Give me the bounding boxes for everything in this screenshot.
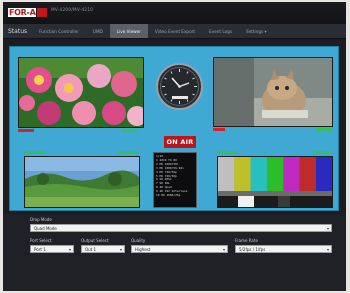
tab-status[interactable]: Status [3, 24, 32, 38]
port-select-label: Port Select [30, 238, 52, 243]
app-window: FOR-A MV-4200/MV-4210 Status Function Co… [3, 2, 346, 291]
cat-image [214, 58, 332, 126]
video-window-4[interactable] [217, 156, 333, 208]
drop-mode-label: Drop Mode [30, 217, 52, 222]
video-window-2[interactable] [213, 57, 333, 127]
tab-event-logs[interactable]: Event Logs [202, 24, 239, 38]
chevron-down-icon: ▾ [119, 247, 122, 252]
logo-wordmark: FOR-A [8, 8, 37, 17]
port-select[interactable]: Port 1 ▾ [30, 245, 74, 253]
clock-label-box [172, 96, 188, 99]
frame-rate-label: Frame Rate [235, 238, 258, 243]
channel-list-overlay: 1/10 1 2019 TS 80 2 HD 1080/50i 3 HD 1080/5… [153, 152, 197, 208]
output-select-value: Out 1 [85, 246, 97, 252]
chevron-down-icon: ▾ [326, 226, 329, 231]
video-window-1[interactable] [18, 57, 144, 128]
brand-logo: FOR-A [8, 7, 48, 18]
drop-mode-select[interactable]: Quad Mode ▾ [30, 224, 332, 232]
clock-face-icon [160, 67, 199, 106]
tally-bar-2a [213, 128, 225, 131]
tab-umd[interactable]: UMD [86, 24, 110, 38]
tally-bar-1b [122, 129, 138, 132]
channel-list-row: 10 HD 1080/25p [156, 194, 181, 198]
chevron-down-icon: ▾ [68, 247, 71, 252]
output-select-label: Output Select [81, 238, 109, 243]
quality-value: Highest [135, 246, 151, 252]
tally-bar-4a [218, 151, 238, 154]
logo-mark [37, 8, 48, 17]
quality-label: Quality [131, 238, 146, 243]
tally-bar-2b [315, 128, 331, 131]
tab-live-viewer[interactable]: Live Viewer [109, 24, 148, 38]
tab-video-event-export[interactable]: Video Event Export [148, 24, 202, 38]
tally-bar-3b [118, 151, 138, 154]
on-air-indicator: ON AIR [164, 136, 196, 148]
drop-mode-value: Quad Mode [34, 225, 57, 231]
analog-clock [156, 63, 203, 110]
tab-settings[interactable]: Settings ▾ [239, 24, 274, 38]
output-select[interactable]: Out 1 ▾ [81, 245, 125, 253]
tally-bar-1a [18, 129, 34, 132]
chevron-down-icon: ▾ [326, 247, 329, 252]
color-bars-image [218, 157, 332, 207]
model-name: MV-4200/MV-4210 [51, 8, 94, 13]
header-bar: FOR-A MV-4200/MV-4210 [3, 2, 346, 24]
video-window-3[interactable] [24, 156, 140, 208]
port-select-value: Port 1 [34, 246, 46, 252]
quality-select[interactable]: Highest ▾ [131, 245, 228, 253]
frame-rate-value: 5/2fps / 1/fps [239, 246, 266, 252]
control-panel: Drop Mode Quad Mode ▾ Port Select Port 1… [3, 214, 346, 291]
tally-bar-4b [313, 151, 331, 154]
tally-bar-3a [24, 151, 46, 154]
main-nav: Status Function Controller UMD Live View… [3, 24, 346, 39]
flowers-image [19, 58, 143, 127]
landscape-image [25, 157, 139, 207]
live-viewer-canvas[interactable]: ON AIR 1/10 1 2019 TS 80 2 HD 1080/50i 3 HD… [9, 46, 339, 211]
chevron-down-icon: ▾ [222, 247, 225, 252]
tab-function-controller[interactable]: Function Controller [32, 24, 86, 38]
frame-rate-select[interactable]: 5/2fps / 1/fps ▾ [235, 245, 332, 253]
